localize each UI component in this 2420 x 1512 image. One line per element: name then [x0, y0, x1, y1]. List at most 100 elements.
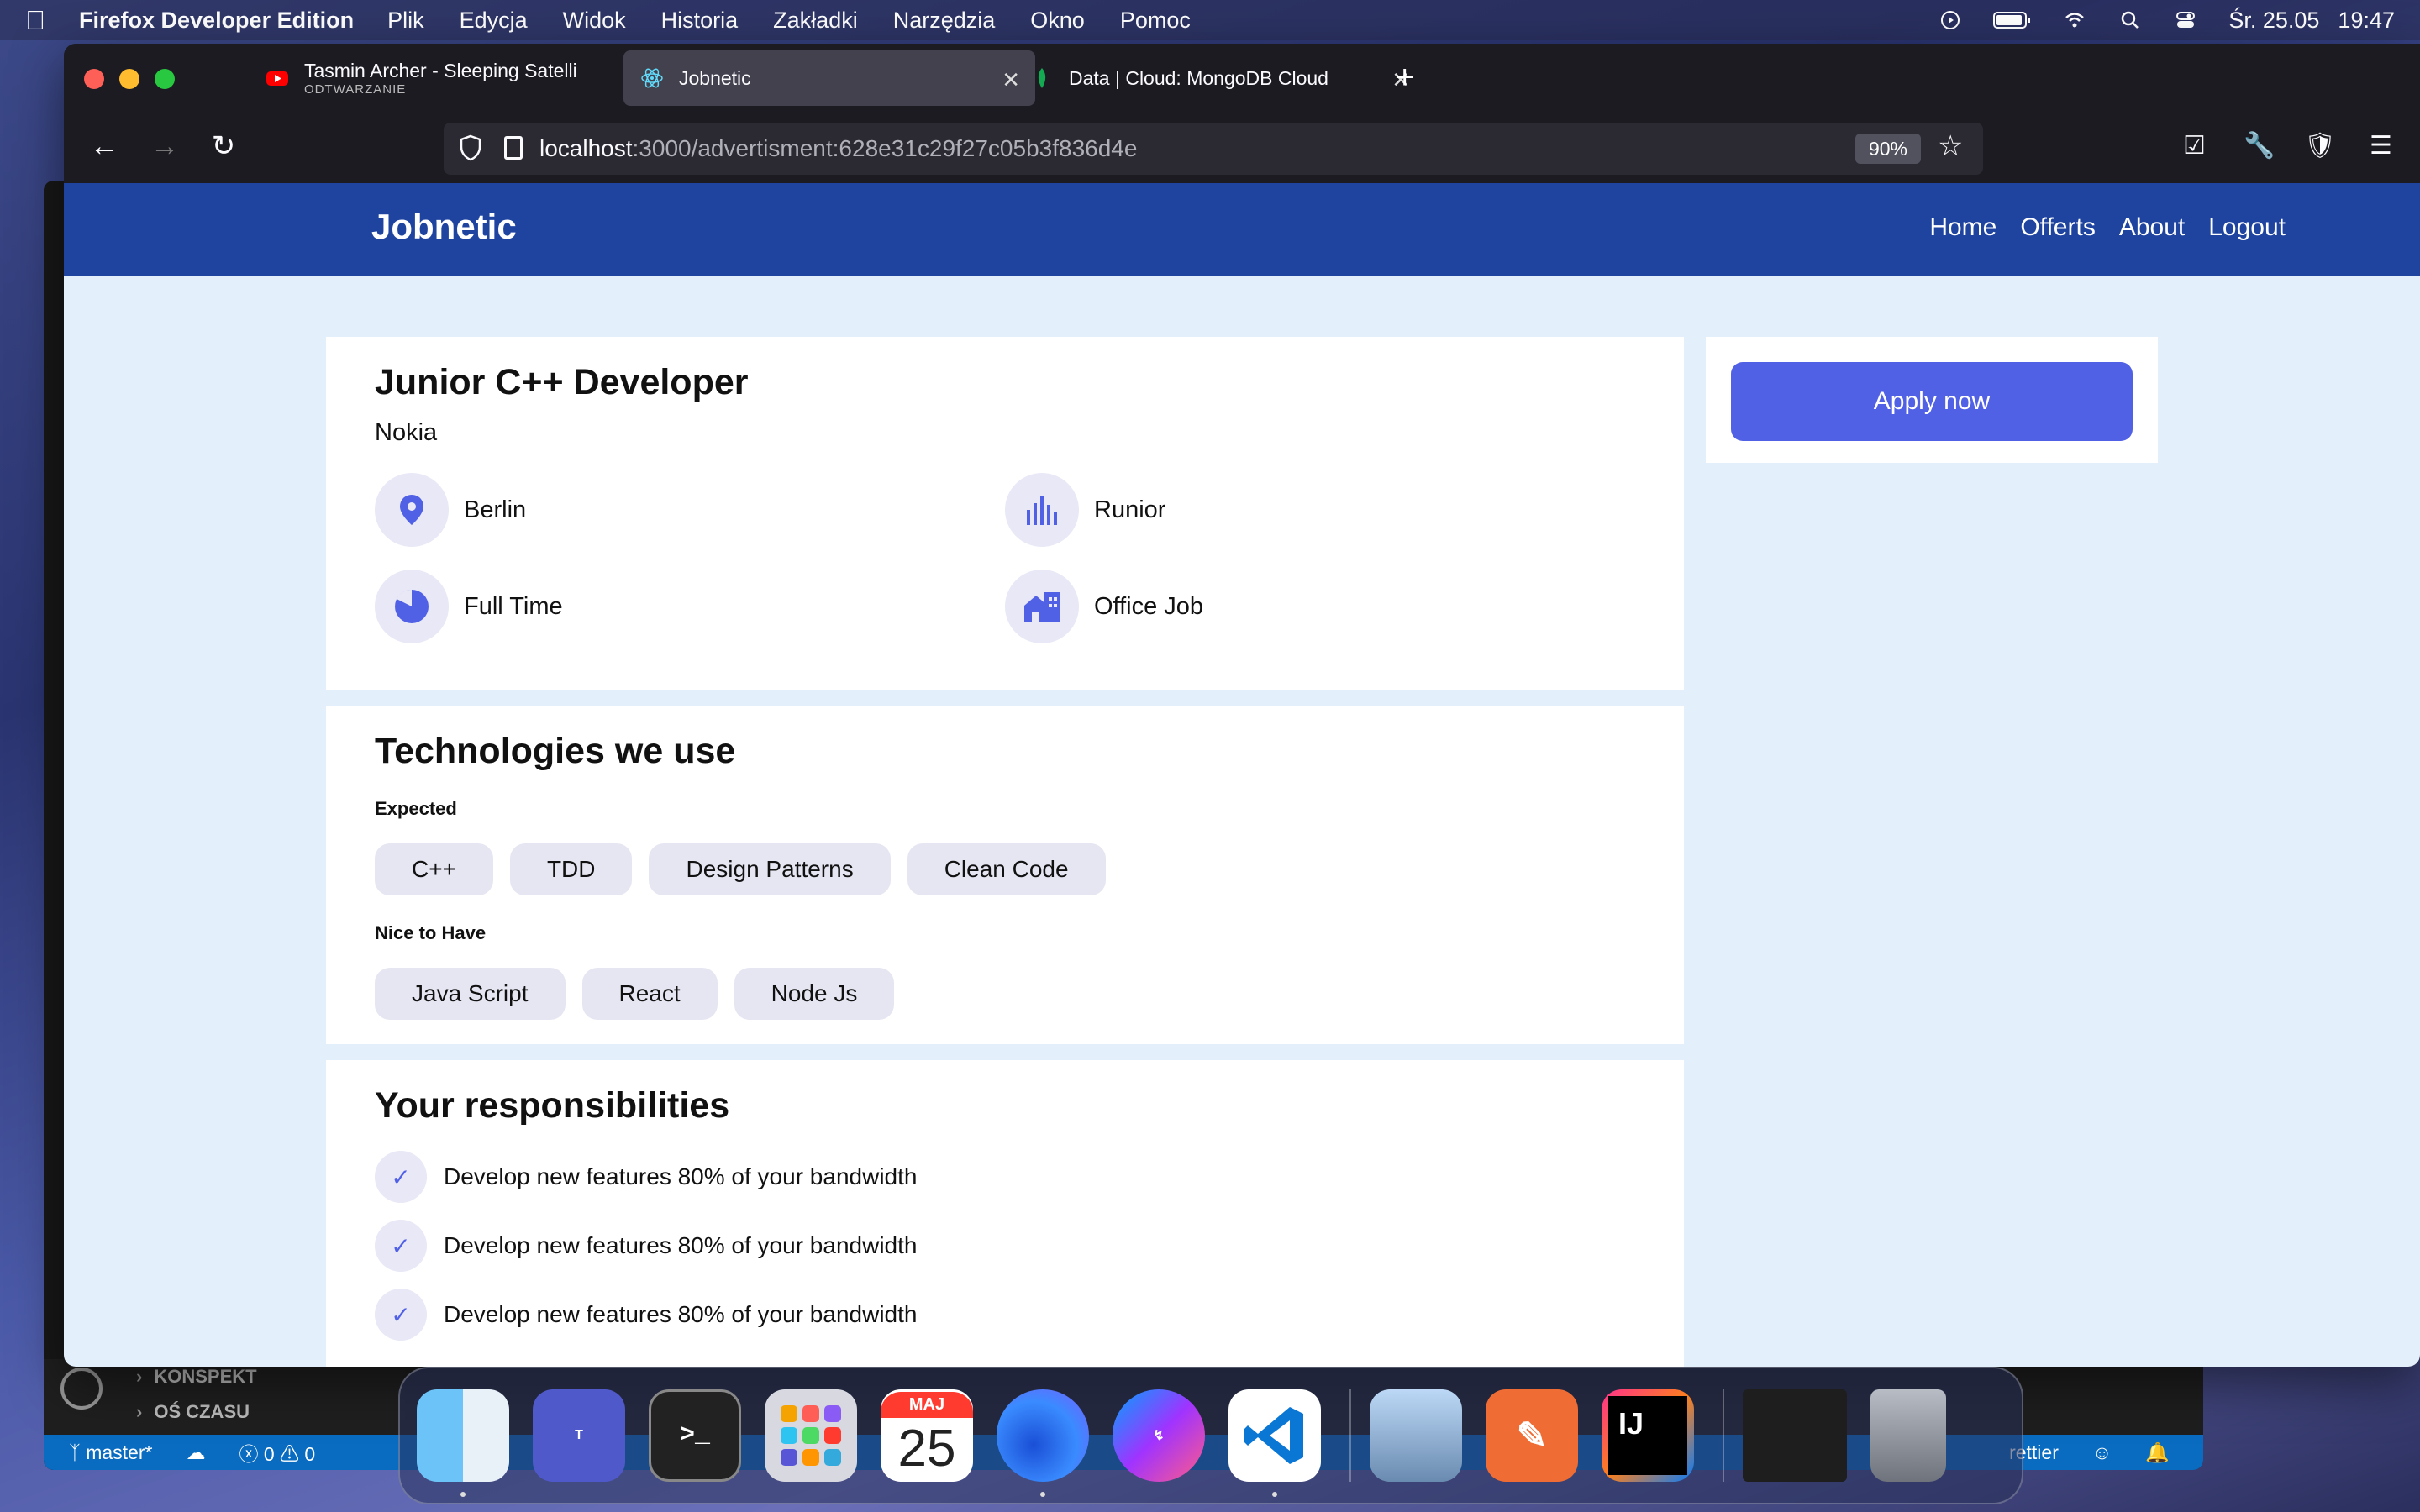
responsibilities-card: Your responsibilities ✓ Develop new feat…: [326, 1060, 1684, 1367]
nav-home[interactable]: Home: [1929, 213, 1996, 242]
vscode-icon[interactable]: [1228, 1389, 1321, 1497]
forward-button[interactable]: →: [150, 131, 180, 161]
youtube-icon: [266, 71, 288, 86]
tab-jobnetic[interactable]: Jobnetic ✕: [623, 50, 1035, 106]
tab-title: Tasmin Archer - Sleeping Satelli: [304, 60, 577, 81]
feedback-icon[interactable]: ☺: [2092, 1441, 2112, 1464]
menu-plik[interactable]: Plik: [387, 8, 424, 34]
office-building-icon: [1005, 570, 1079, 643]
bell-icon[interactable]: 🔔: [2145, 1441, 2170, 1464]
menubar-date[interactable]: Śr. 25.05: [2228, 8, 2319, 34]
site-brand[interactable]: Jobnetic: [371, 207, 517, 247]
intellij-icon[interactable]: IJ: [1602, 1389, 1694, 1482]
zoom-level-badge[interactable]: 90%: [1855, 134, 1921, 164]
menu-historia[interactable]: Historia: [661, 8, 739, 34]
bar-chart-icon: [1005, 473, 1079, 547]
nav-about[interactable]: About: [2119, 213, 2185, 242]
trash-icon[interactable]: [1870, 1389, 1946, 1482]
vscode-activity-bar: [44, 181, 64, 1470]
play-status-icon[interactable]: [1938, 10, 1963, 30]
menu-okno[interactable]: Okno: [1030, 8, 1085, 34]
job-title: Junior C++ Developer: [375, 362, 749, 402]
close-window-button[interactable]: [84, 69, 104, 89]
tab-mongodb[interactable]: Data | Cloud: MongoDB Cloud ✕: [1013, 50, 1425, 106]
launchpad-icon[interactable]: [765, 1389, 857, 1482]
checkmark-icon: ✓: [375, 1220, 427, 1272]
workplace-label: Office Job: [1094, 592, 1204, 620]
technologies-card: Technologies we use Expected C++ TDD Des…: [326, 706, 1684, 1044]
expected-label: Expected: [375, 798, 457, 819]
menu-zakladki[interactable]: Zakładki: [773, 8, 858, 34]
tech-chip: C++: [375, 843, 493, 895]
wrench-icon[interactable]: 🔧: [2244, 131, 2275, 160]
vscode-outline-panel: › KONSPEKT › OŚ CZASU: [44, 1359, 405, 1435]
vscode-window-thumbnail[interactable]: [1743, 1389, 1847, 1482]
macos-dock: T >_ MAJ 25 ↯ ✎ IJ: [398, 1367, 2023, 1504]
job-summary-card: Junior C++ Developer Nokia Berlin Runior…: [326, 337, 1684, 690]
git-branch-status[interactable]: ᛉ master*: [69, 1441, 152, 1464]
apple-menu-icon[interactable]: : [25, 5, 45, 36]
expected-tech-list: C++ TDD Design Patterns Clean Code: [375, 843, 1106, 895]
employment-label: Full Time: [464, 592, 563, 620]
control-center-icon[interactable]: [2173, 10, 2198, 30]
checkmark-icon: ✓: [375, 1289, 427, 1341]
nav-logout[interactable]: Logout: [2208, 213, 2286, 242]
menu-widok[interactable]: Widok: [563, 8, 626, 34]
postman-icon[interactable]: ✎: [1486, 1389, 1578, 1482]
menubar-time[interactable]: 19:47: [2338, 8, 2395, 34]
calendar-icon[interactable]: MAJ 25: [881, 1389, 973, 1482]
tech-chip: Design Patterns: [649, 843, 891, 895]
bookmark-star-icon[interactable]: ☆: [1938, 129, 1963, 163]
battery-icon[interactable]: [1993, 10, 2032, 30]
job-level: Runior: [1005, 473, 1165, 547]
reload-button[interactable]: ↻: [208, 131, 239, 161]
dock-separator: [1349, 1389, 1351, 1482]
extension-shield-icon[interactable]: 🛡: [2304, 131, 2336, 160]
firefox-icon[interactable]: [997, 1389, 1089, 1497]
terminal-icon[interactable]: >_: [649, 1389, 741, 1482]
job-location: Berlin: [375, 473, 526, 547]
nav-offerts[interactable]: Offerts: [2020, 213, 2095, 242]
page-info-icon[interactable]: [504, 136, 523, 160]
list-item: ✓ Develop new features 80% of your bandw…: [375, 1289, 917, 1341]
firefox-window: Tasmin Archer - Sleeping Satelli ODTWARZ…: [64, 44, 2420, 1367]
wifi-icon[interactable]: [2062, 10, 2087, 30]
job-workplace: Office Job: [1005, 570, 1203, 643]
tech-chip: Java Script: [375, 968, 566, 1020]
pie-chart-icon: [375, 570, 449, 643]
apply-now-button[interactable]: Apply now: [1731, 362, 2133, 441]
back-button[interactable]: ←: [89, 131, 119, 161]
spotlight-search-icon[interactable]: [2118, 10, 2143, 30]
dock-separator: [1723, 1389, 1724, 1482]
react-icon: [641, 68, 663, 88]
url-text[interactable]: localhost:3000/advertisment:628e31c29f27…: [539, 135, 1137, 162]
list-item: ✓ Develop new features 80% of your bandw…: [375, 1151, 917, 1203]
tracking-protection-icon[interactable]: [459, 134, 482, 161]
menu-pomoc[interactable]: Pomoc: [1120, 8, 1191, 34]
minimize-window-button[interactable]: [119, 69, 139, 89]
zoom-window-button[interactable]: [155, 69, 175, 89]
pocket-icon[interactable]: ☑: [2183, 131, 2206, 160]
branch-icon: ᛉ: [69, 1441, 87, 1463]
tab-title: Data | Cloud: MongoDB Cloud: [1069, 66, 1328, 89]
finder-icon[interactable]: [417, 1389, 509, 1497]
menubar-app-name[interactable]: Firefox Developer Edition: [79, 8, 354, 34]
new-tab-button[interactable]: +: [1395, 59, 1414, 97]
window-controls: [84, 69, 175, 89]
tab-youtube[interactable]: Tasmin Archer - Sleeping Satelli ODTWARZ…: [249, 50, 669, 106]
gear-icon[interactable]: [60, 1368, 103, 1410]
menu-edycja[interactable]: Edycja: [460, 8, 528, 34]
preview-icon[interactable]: [1370, 1389, 1462, 1482]
sync-icon[interactable]: ☁: [186, 1441, 205, 1464]
macos-menubar:  Firefox Developer Edition Plik Edycja …: [0, 0, 2420, 40]
nice-tech-list: Java Script React Node Js: [375, 968, 895, 1020]
problems-status[interactable]: ⓧ 0 ⚠ 0: [239, 1438, 315, 1467]
location-label: Berlin: [464, 496, 527, 523]
teams-icon[interactable]: T: [533, 1389, 625, 1482]
messenger-icon[interactable]: ↯: [1113, 1389, 1205, 1482]
menu-narzedzia[interactable]: Narzędzia: [893, 8, 996, 34]
url-bar[interactable]: localhost:3000/advertisment:628e31c29f27…: [444, 123, 1983, 175]
hamburger-menu-icon[interactable]: ☰: [2370, 131, 2392, 160]
tech-chip: TDD: [509, 843, 633, 895]
job-employment-type: Full Time: [375, 570, 563, 643]
